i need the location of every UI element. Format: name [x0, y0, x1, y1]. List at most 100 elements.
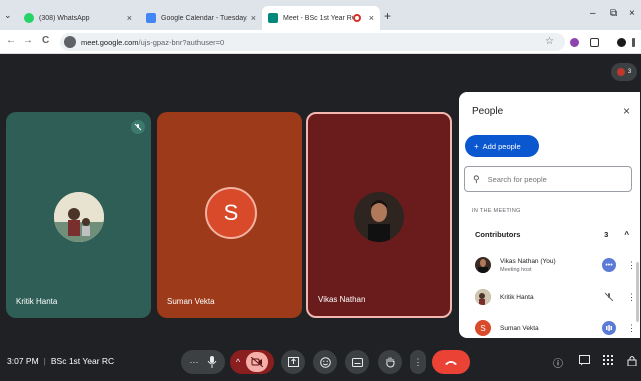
- tab-close-icon[interactable]: ×: [369, 13, 374, 23]
- minimize-button[interactable]: –: [590, 8, 596, 19]
- tab-close-icon[interactable]: ×: [251, 13, 256, 23]
- host-controls-icon[interactable]: [627, 355, 637, 369]
- avatar: [475, 257, 491, 273]
- camera-off-icon[interactable]: [246, 352, 269, 372]
- participant-tile-suman[interactable]: S Suman Vekta: [157, 112, 302, 318]
- more-options-button[interactable]: ⋮: [410, 350, 426, 374]
- person-name: Suman Vekta: [500, 324, 539, 332]
- mic-off-icon: [134, 123, 142, 131]
- clock-time: 3:07 PM: [7, 356, 39, 366]
- tile-name: Kritik Hanta: [16, 297, 58, 306]
- tile-name: Vikas Nathan: [318, 295, 366, 304]
- participant-count: 3: [627, 69, 632, 75]
- muted-mic-icon: [131, 120, 145, 134]
- tab-meet[interactable]: Meet - BSc 1st Year RC ×: [262, 6, 380, 30]
- tab-strip: ⌄ (308) WhatsApp × Google Calendar - Tue…: [0, 0, 641, 30]
- hand-icon: [385, 357, 394, 368]
- audio-bars-icon: [606, 325, 612, 331]
- restore-button[interactable]: ⧉: [610, 8, 617, 19]
- tab-title: Google Calendar - Tuesday, Jan: [161, 14, 247, 22]
- avatar-photo: [354, 192, 404, 242]
- kebab-menu-icon[interactable]: ⋮: [627, 323, 636, 334]
- participant-tile-vikas[interactable]: Vikas Nathan: [306, 112, 452, 318]
- meet-icon: [268, 13, 278, 23]
- meeting-controls-bar: 3:07 PM | BSc 1st Year RC ··· ^ ⋮ ⓘ: [0, 345, 641, 381]
- kebab-menu-icon[interactable]: ⋮: [627, 260, 636, 271]
- avatar-initial: S: [480, 323, 486, 333]
- captions-button[interactable]: [345, 350, 369, 374]
- avatar: [475, 289, 491, 305]
- video-off-glyph: [251, 357, 264, 367]
- back-button[interactable]: ←: [6, 35, 16, 46]
- tab-title: Meet - BSc 1st Year RC: [283, 14, 353, 22]
- list-item[interactable]: S Suman Vekta ⋮: [475, 315, 636, 341]
- tab-close-icon[interactable]: ×: [127, 13, 132, 23]
- participants-avatar-icon: [616, 68, 625, 76]
- audio-options-icon[interactable]: ···: [190, 357, 199, 367]
- tab-title: (308) WhatsApp: [39, 14, 90, 22]
- avatar-photo: [478, 259, 488, 273]
- group-label: Contributors: [475, 229, 521, 239]
- camera-control[interactable]: ^: [230, 350, 274, 374]
- close-window-button[interactable]: ×: [629, 8, 635, 19]
- reload-button[interactable]: C: [42, 35, 49, 46]
- avatar-kritik: [54, 192, 104, 242]
- panel-close-icon[interactable]: ×: [623, 104, 630, 118]
- search-people-field[interactable]: ⚲: [464, 166, 632, 192]
- address-bar[interactable]: meet.google.com/ujs-gpaz-bnr?authuser=0: [60, 33, 565, 51]
- participants-badge[interactable]: 3: [611, 63, 637, 81]
- reactions-button[interactable]: [313, 350, 337, 374]
- lock-person-glyph: [627, 356, 637, 367]
- tab-google-calendar[interactable]: Google Calendar - Tuesday, Jan ×: [140, 6, 262, 30]
- calendar-icon: [146, 13, 156, 23]
- browser-menu-icon[interactable]: [632, 38, 635, 47]
- profile-avatar[interactable]: [617, 38, 626, 47]
- bookmark-star-icon[interactable]: ☆: [545, 36, 554, 47]
- list-item[interactable]: Vikas Nathan (You) Meeting host ••• ⋮: [475, 252, 636, 278]
- tab-whatsapp[interactable]: (308) WhatsApp ×: [18, 6, 138, 30]
- site-info-icon[interactable]: [64, 36, 76, 48]
- kebab-menu-icon[interactable]: ⋮: [627, 292, 636, 303]
- meeting-details-icon[interactable]: ⓘ: [553, 355, 563, 370]
- avatar-suman: S: [205, 187, 257, 239]
- audio-level-icon: [602, 321, 616, 335]
- new-tab-button[interactable]: +: [384, 9, 391, 23]
- avatar: S: [475, 320, 491, 336]
- video-options-icon[interactable]: ^: [236, 357, 240, 367]
- more-options-dots-icon[interactable]: •••: [602, 258, 616, 272]
- url-host: meet.google.com: [81, 37, 139, 47]
- contributors-group-header[interactable]: Contributors 3 ^: [465, 222, 635, 246]
- add-people-button[interactable]: + Add people: [465, 135, 539, 157]
- grid-glyph: [603, 355, 613, 365]
- meeting-name: BSc 1st Year RC: [50, 356, 115, 366]
- leave-call-button[interactable]: [432, 350, 470, 374]
- present-icon: [287, 357, 299, 367]
- people-panel: People × + Add people ⚲ IN THE MEETING C…: [459, 92, 640, 338]
- participant-tile-kritik[interactable]: Kritik Hanta: [6, 112, 151, 318]
- activities-icon[interactable]: [603, 355, 613, 368]
- url-path: /ujs-gpaz-bnr?authuser=0: [138, 37, 225, 47]
- forward-button[interactable]: →: [23, 35, 33, 46]
- tile-name: Suman Vekta: [167, 297, 215, 306]
- mic-off-glyph: [604, 292, 614, 302]
- section-label: IN THE MEETING: [472, 208, 521, 214]
- extension-icon[interactable]: [570, 38, 579, 47]
- microphone-control[interactable]: ···: [181, 350, 225, 374]
- microphone-icon: [207, 356, 216, 368]
- extensions-puzzle-icon[interactable]: [590, 38, 599, 47]
- raise-hand-button[interactable]: [378, 350, 402, 374]
- browser-window: ⌄ (308) WhatsApp × Google Calendar - Tue…: [0, 0, 641, 381]
- chat-icon[interactable]: [579, 355, 590, 369]
- person-add-icon: +: [474, 141, 479, 151]
- kebab-menu-icon: ⋮: [413, 356, 423, 367]
- tab-search-icon[interactable]: ⌄: [4, 10, 14, 20]
- search-input[interactable]: [487, 174, 618, 184]
- present-screen-button[interactable]: [281, 350, 305, 374]
- emoji-icon: [319, 356, 331, 368]
- avatar-photo: [54, 192, 104, 242]
- list-item[interactable]: Kritik Hanta ⋮: [475, 284, 636, 310]
- mic-off-icon: [602, 290, 616, 304]
- avatar-initial: S: [223, 200, 239, 225]
- scrollbar[interactable]: [636, 262, 639, 322]
- panel-title: People: [472, 106, 504, 117]
